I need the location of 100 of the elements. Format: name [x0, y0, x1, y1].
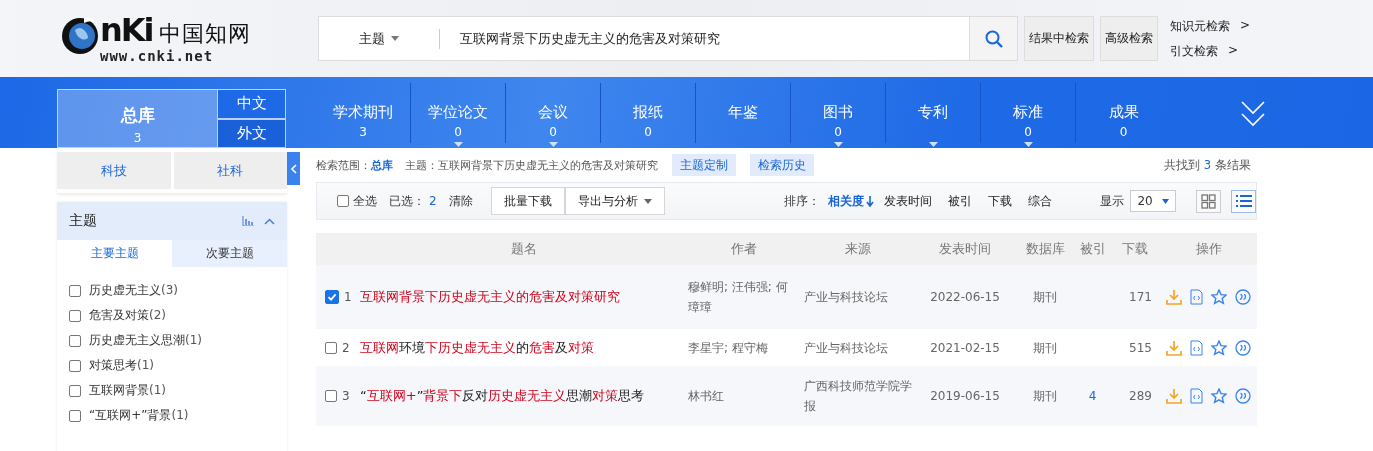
checkbox[interactable]: [69, 384, 81, 397]
category-tab[interactable]: 会议 0: [506, 83, 601, 143]
language-tab[interactable]: 中文: [217, 89, 286, 119]
category-tab[interactable]: 专利: [886, 83, 981, 143]
search-query[interactable]: 互联网背景下历史虚无主义的危害及对策研究: [460, 29, 969, 48]
logo-text: nKi: [100, 14, 153, 45]
facet-option[interactable]: “互联网+”背景(1): [89, 407, 189, 424]
checkbox[interactable]: [69, 334, 81, 347]
search-box[interactable]: 主题 互联网背景下历史虚无主义的危害及对策研究: [318, 16, 1018, 61]
download-icon[interactable]: [1166, 339, 1182, 356]
column-header: 被引: [1078, 240, 1107, 258]
facet-option[interactable]: 历史虚无主义思潮(1): [89, 332, 202, 349]
date-cell-text: 2021-02-15: [930, 339, 1000, 357]
quote-icon[interactable]: [1235, 289, 1251, 305]
caret-down-icon: [1161, 198, 1169, 204]
view-toggle[interactable]: [1231, 189, 1256, 213]
sort-option[interactable]: 发表时间: [876, 192, 940, 210]
bar-chart-icon[interactable]: [242, 216, 254, 226]
result-row[interactable]: 3 “互联网+”背景下反对历史虚无主义思潮对策思考 林书红 广西科技师范学院学报 2019-06-15 期刊 4 289: [316, 366, 1257, 426]
html-file-icon[interactable]: [1190, 388, 1203, 404]
search-field-selector[interactable]: 主题: [319, 17, 439, 60]
category-tab[interactable]: 标准 0: [981, 83, 1076, 143]
scope-action-button[interactable]: 主题定制: [672, 154, 736, 176]
list-view-icon: [1235, 194, 1252, 208]
page-size-select[interactable]: 20: [1130, 190, 1176, 212]
database-cell-text: 期刊: [1033, 289, 1057, 306]
facet-option[interactable]: 对策思考(1): [89, 357, 154, 374]
chevron-up-icon[interactable]: [264, 217, 275, 225]
html-file-icon[interactable]: [1190, 289, 1203, 305]
clear-link[interactable]: 清除: [448, 192, 473, 210]
toolbar-button[interactable]: 批量下载: [490, 187, 565, 215]
search-option-button[interactable]: 结果中检索: [1024, 16, 1094, 61]
view-toggle[interactable]: [1196, 189, 1221, 213]
caret-down-icon: [391, 36, 399, 41]
star-icon[interactable]: [1211, 388, 1227, 404]
facet-tab[interactable]: 次要主题: [172, 240, 287, 267]
checkbox[interactable]: [337, 195, 349, 207]
result-row[interactable]: 1 互联网背景下历史虚无主义的危害及对策研究 穆鲜明; 汪伟强; 何璋璋 产业与科技论坛 2022-06-15 期刊 171: [316, 265, 1257, 329]
result-count-text: 共找到 3 条结果: [1163, 157, 1251, 173]
column-header: 操作: [1194, 240, 1223, 258]
sort-option[interactable]: 综合: [1020, 192, 1060, 210]
facet-option[interactable]: 历史虚无主义(3): [89, 282, 178, 299]
language-tab[interactable]: 外文: [217, 118, 286, 148]
checkbox[interactable]: [69, 359, 81, 372]
category-tab[interactable]: 图书 0: [791, 83, 886, 143]
author-cell-text: 穆鲜明; 汪伟强; 何璋璋: [688, 279, 789, 316]
result-title-link[interactable]: 互联网背景下历史虚无主义的危害及对策研究: [360, 287, 630, 307]
author-cell-text: 林书红: [688, 388, 724, 405]
download-icon[interactable]: [1166, 289, 1182, 305]
expand-chevron-icon[interactable]: [1241, 101, 1265, 127]
checkbox[interactable]: [325, 290, 339, 304]
search-scope-text: 检索范围：总库 主题：互联网背景下历史虚无主义的危害及对策研究: [316, 157, 658, 173]
discipline-button[interactable]: 社科: [173, 152, 287, 189]
checkbox[interactable]: [325, 390, 337, 402]
source-cell-text: 广西科技师范学院学报: [804, 378, 913, 415]
citation-count: 4: [1088, 388, 1097, 405]
result-title-link[interactable]: 互联网环境下历史虚无主义的危害及对策: [360, 337, 604, 358]
search-link[interactable]: 引文检索 >: [1170, 42, 1251, 60]
collapse-sidebar-button[interactable]: [287, 152, 300, 185]
logo-url: www.cnki.net: [100, 48, 215, 63]
display-label: 显示: [1100, 192, 1124, 210]
discipline-button[interactable]: 科技: [57, 152, 171, 189]
search-button[interactable]: [969, 17, 1017, 60]
category-tab[interactable]: 成果 0: [1076, 83, 1171, 143]
star-icon[interactable]: [1211, 289, 1227, 305]
category-tab[interactable]: 年鉴: [696, 83, 791, 143]
column-header: 来源: [843, 240, 872, 258]
checkbox[interactable]: [69, 284, 81, 297]
quote-icon[interactable]: [1235, 388, 1251, 404]
database-cell-text: 期刊: [1033, 388, 1057, 405]
checkbox[interactable]: [69, 309, 81, 322]
author-cell-text: 李星宇; 程守梅: [688, 339, 768, 357]
search-link[interactable]: 知识元检索 >: [1170, 17, 1251, 35]
category-tab[interactable]: 学术期刊 3: [316, 83, 411, 143]
date-cell-text: 2022-06-15: [930, 289, 1000, 306]
chevron-left-icon: [290, 163, 297, 174]
search-option-button[interactable]: 高级检索: [1100, 16, 1158, 61]
result-title-link[interactable]: “互联网+”背景下反对历史虚无主义思潮对策思考: [360, 386, 655, 406]
download-count: 515: [1129, 339, 1152, 357]
category-tab[interactable]: 学位论文 0: [411, 83, 506, 143]
sort-option[interactable]: 下载: [980, 192, 1020, 210]
category-tab[interactable]: 报纸 0: [601, 83, 696, 143]
checkbox[interactable]: [325, 341, 337, 354]
select-all-label[interactable]: 全选: [353, 192, 377, 210]
checkbox[interactable]: [69, 409, 81, 422]
download-icon[interactable]: [1166, 388, 1182, 404]
sort-option[interactable]: 被引: [940, 192, 980, 210]
html-file-icon[interactable]: [1190, 339, 1203, 356]
sort-option[interactable]: 相关度: [820, 192, 876, 210]
row-number: 1: [344, 289, 352, 306]
facet-option[interactable]: 互联网背景(1): [89, 382, 166, 399]
source-cell-text: 产业与科技论坛: [804, 339, 888, 357]
toolbar-button[interactable]: 导出与分析: [564, 187, 665, 215]
column-header: 发表时间: [938, 240, 992, 258]
quote-icon[interactable]: [1235, 339, 1251, 356]
star-icon[interactable]: [1211, 339, 1227, 356]
scope-action-button[interactable]: 检索历史: [750, 154, 814, 176]
facet-option[interactable]: 危害及对策(2): [89, 307, 166, 324]
download-count: 289: [1129, 388, 1152, 405]
download-count: 171: [1129, 289, 1152, 306]
